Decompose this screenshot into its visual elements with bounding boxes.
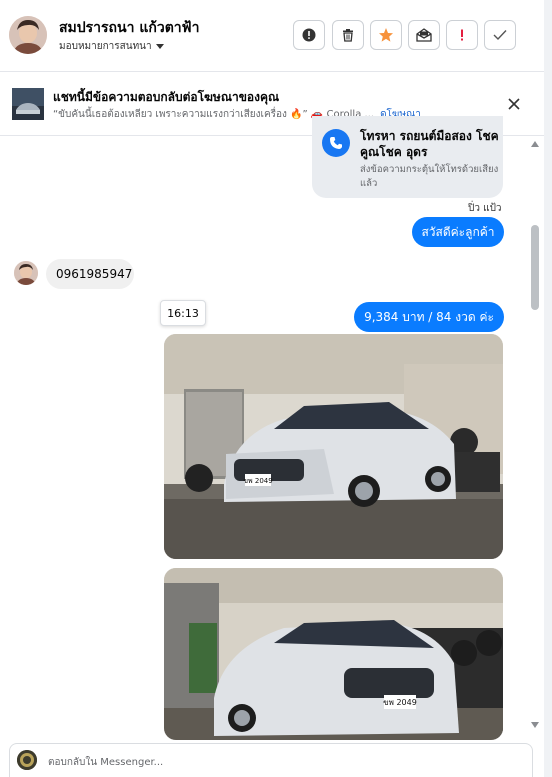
phone-icon bbox=[322, 129, 350, 157]
mark-done-button[interactable] bbox=[484, 20, 516, 50]
report-button[interactable] bbox=[293, 20, 325, 50]
composer-placeholder[interactable]: ตอบกลับใน Messenger... bbox=[48, 755, 163, 770]
close-icon bbox=[508, 98, 520, 110]
scroll-thumb[interactable] bbox=[531, 225, 539, 310]
trash-icon bbox=[343, 29, 353, 42]
caret-down-icon bbox=[155, 43, 164, 49]
message-bubble-outgoing[interactable]: สวัสดีค่ะลูกค้า bbox=[412, 217, 504, 247]
license-plate: ขพ 2049 bbox=[383, 698, 417, 707]
ad-thumbnail[interactable] bbox=[12, 88, 44, 120]
message-bubble-outgoing[interactable]: 9,384 บาท / 84 งวด ค่ะ bbox=[354, 302, 504, 332]
assign-label: มอบหมายการสนทนา bbox=[59, 41, 152, 52]
exclamation-icon bbox=[461, 29, 463, 41]
conversation-header: สมปรารถนา แก้วตาฟ้า มอบหมายการสนทนา bbox=[0, 0, 552, 72]
card-description: ส่งข้อความกระตุ้นให้โทรด้วยเสียงแล้ว bbox=[360, 164, 499, 189]
car-photo[interactable]: ขพ 2049 bbox=[164, 334, 503, 559]
sender-name: ปิ่ว แป้ว bbox=[468, 203, 502, 214]
envelope-open-icon bbox=[416, 28, 432, 42]
checkmark-icon bbox=[493, 30, 507, 41]
star-icon bbox=[379, 28, 393, 42]
scroll-up-arrow-icon[interactable] bbox=[531, 141, 539, 147]
timestamp-tooltip: 16:13 bbox=[160, 300, 206, 326]
message-bubble-incoming[interactable]: 0961985947 bbox=[46, 259, 134, 289]
window-edge bbox=[544, 0, 552, 777]
license-plate: ขพ 2049 bbox=[243, 477, 272, 485]
contact-avatar[interactable] bbox=[9, 16, 47, 54]
scroll-down-arrow-icon[interactable] bbox=[531, 722, 539, 728]
mark-unread-button[interactable] bbox=[408, 20, 440, 50]
car-photo[interactable]: ขพ 2049 bbox=[164, 568, 503, 740]
delete-button[interactable] bbox=[332, 20, 364, 50]
contact-name: สมปรารถนา แก้วตาฟ้า bbox=[59, 20, 200, 36]
page-avatar bbox=[17, 750, 37, 770]
exclamation-circle-icon bbox=[302, 28, 316, 42]
close-banner-button[interactable] bbox=[506, 96, 522, 112]
banner-title: แชทนี้มีข้อความตอบกลับต่อโฆษณาของคุณ bbox=[53, 90, 280, 104]
card-title: โทรหา รถยนต์มือสอง โชคคูณโชค อุดร bbox=[360, 129, 499, 159]
contact-avatar-small bbox=[14, 261, 38, 285]
star-button[interactable] bbox=[370, 20, 402, 50]
assign-conversation-dropdown[interactable]: มอบหมายการสนทนา bbox=[59, 39, 164, 54]
spam-button[interactable] bbox=[446, 20, 478, 50]
